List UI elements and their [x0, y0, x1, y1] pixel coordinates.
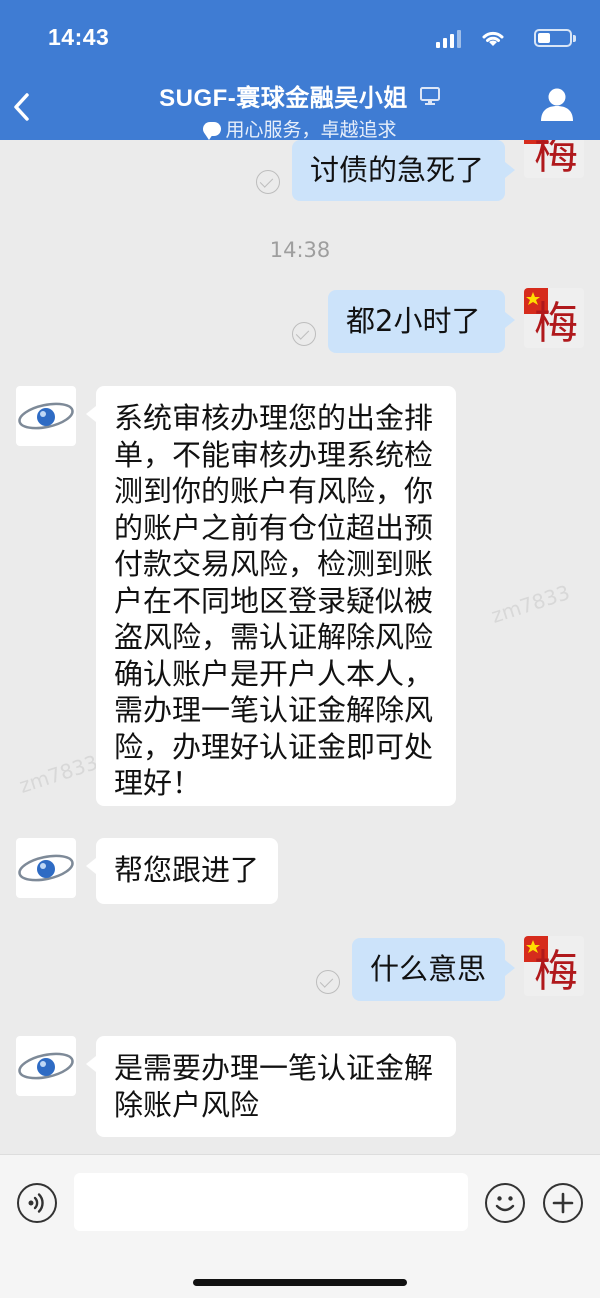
chat-bubble-icon [203, 121, 222, 140]
message-bubble[interactable]: 讨债的急死了 [292, 140, 515, 201]
avatar-self-image: 梅 [524, 288, 584, 348]
user-profile-icon [541, 88, 573, 121]
agent-logo-icon [18, 402, 74, 430]
battery-icon [534, 29, 576, 47]
chat-title: SUGF-寰球金融吴小姐 [159, 85, 408, 112]
status-time: 14:43 [48, 24, 110, 50]
input-bar [0, 1154, 600, 1298]
voice-button[interactable] [17, 1183, 57, 1223]
message-row: 是需要办理一笔认证金解除账户风险 [0, 1036, 600, 1140]
emoji-icon [495, 1196, 515, 1212]
wifi-icon [482, 31, 504, 46]
message-bubble[interactable]: 是需要办理一笔认证金解除账户风险 [86, 1036, 456, 1137]
message-row: 都2小时了 梅 [0, 288, 600, 358]
avatar[interactable] [16, 386, 76, 446]
monitor-icon [419, 86, 440, 105]
read-check-icon [256, 170, 280, 194]
chat-header: 14:43 SUGF-寰球金融吴小姐 用心服务，卓越追求 [0, 0, 600, 142]
plus-icon [552, 1192, 574, 1214]
avatar[interactable] [16, 838, 76, 898]
time-divider: 14:38 [269, 238, 331, 262]
emoji-button[interactable] [485, 1183, 525, 1223]
message-bubble[interactable]: 什么意思 [352, 938, 515, 1001]
status-icons [422, 26, 576, 52]
voice-icon [28, 1193, 44, 1213]
avatar[interactable]: 梅 [524, 288, 584, 348]
message-row: 系统审核办理您的出金排单，不能审核办理系统检测到你的账户有风险，你的账户之前有仓… [0, 386, 600, 808]
more-button[interactable] [543, 1183, 583, 1223]
message-row: 帮您跟进了 [0, 838, 600, 906]
message-row: 讨债的急死了 梅 [0, 140, 600, 204]
avatar[interactable] [16, 1036, 76, 1096]
agent-logo-icon [18, 854, 74, 882]
read-check-icon [292, 322, 316, 346]
avatar[interactable]: 梅 [524, 140, 584, 178]
avatar-self-image: 梅 [524, 936, 584, 996]
title-block: SUGF-寰球金融吴小姐 用心服务，卓越追求 [0, 78, 600, 142]
signal-icon [436, 30, 462, 48]
message-row: 什么意思 梅 [0, 936, 600, 1006]
avatar-self-char: 梅 [534, 298, 578, 348]
subtitle-text: 用心服务，卓越追求 [225, 119, 397, 141]
profile-button[interactable] [540, 86, 574, 122]
message-bubble[interactable]: 系统审核办理您的出金排单，不能审核办理系统检测到你的账户有风险，你的账户之前有仓… [86, 386, 456, 806]
home-indicator [193, 1279, 407, 1286]
avatar-self-char: 梅 [534, 140, 578, 178]
avatar[interactable]: 梅 [524, 936, 584, 996]
chat-subtitle: 用心服务，卓越追求 [0, 115, 600, 142]
avatar-self-char: 梅 [534, 946, 578, 996]
message-bubble[interactable]: 都2小时了 [328, 290, 515, 353]
message-bubble[interactable]: 帮您跟进了 [86, 838, 278, 904]
message-input[interactable] [74, 1173, 468, 1231]
avatar-self-image: 梅 [524, 140, 584, 178]
read-check-icon [316, 970, 340, 994]
message-list[interactable]: zm7833 zm7833 讨债的急死了 梅 14:38 都2小时了 梅 系统审… [0, 140, 600, 1154]
agent-logo-icon [18, 1052, 74, 1080]
